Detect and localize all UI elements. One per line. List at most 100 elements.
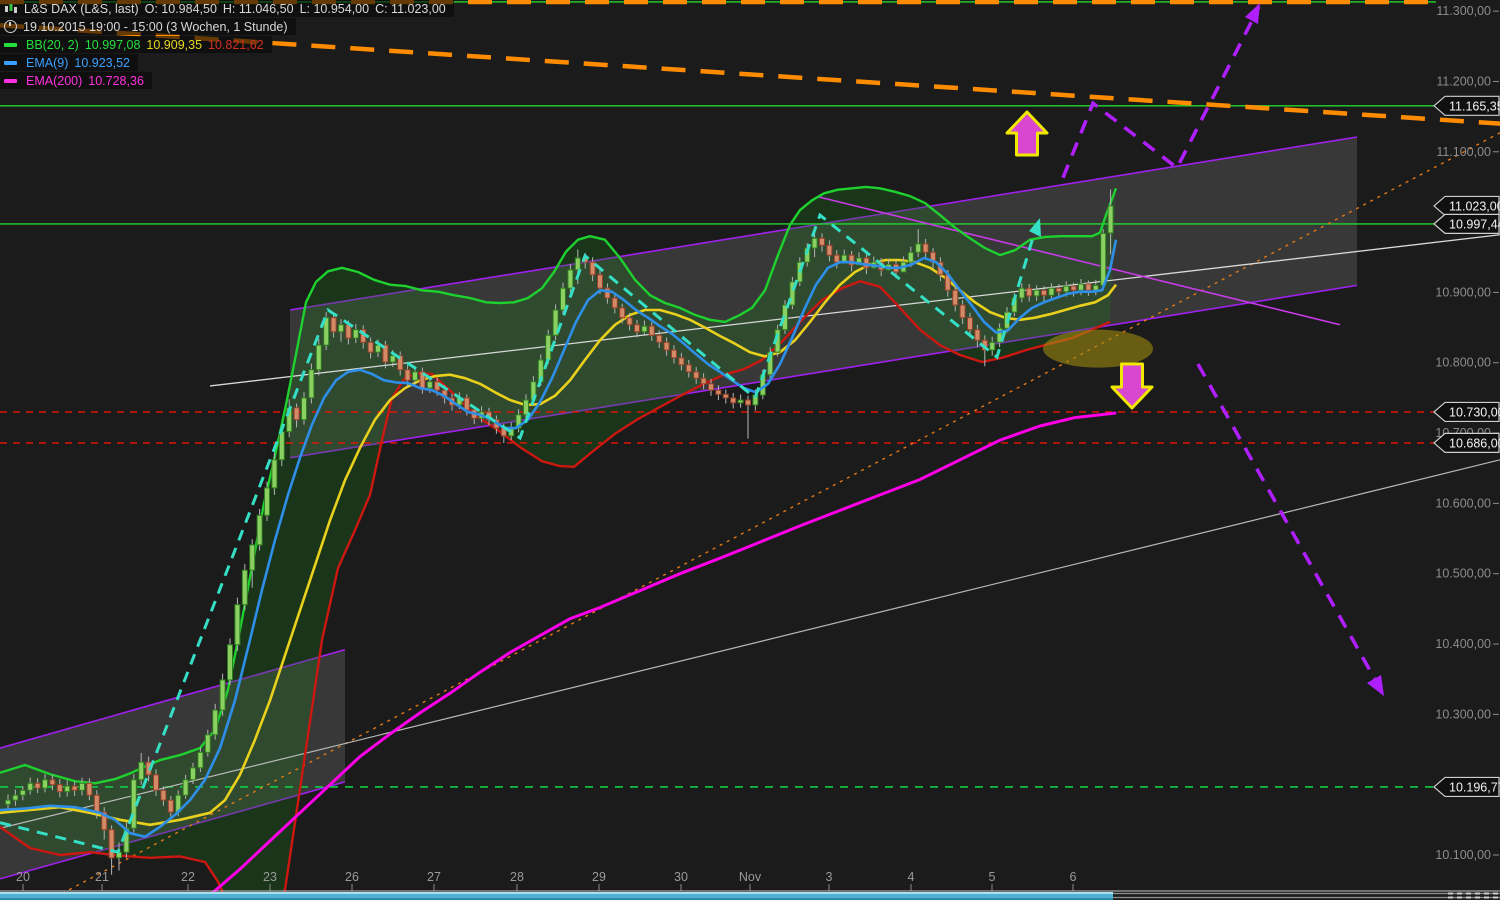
scrollbar-grip-dash-icon: [1484, 892, 1489, 895]
candle: [212, 709, 219, 736]
candle: [308, 369, 315, 399]
candle: [264, 487, 270, 516]
candle: [463, 397, 470, 411]
candle: [1078, 283, 1084, 291]
highlight-ellipse[interactable]: [1043, 329, 1153, 368]
white-trendline-lower[interactable]: [0, 459, 1500, 829]
price-tick-label: 10.500,00: [1435, 567, 1491, 581]
candle: [352, 329, 359, 339]
candle: [426, 381, 433, 389]
price-callout-label: 11.165,35: [1449, 99, 1500, 113]
purple-zigzag-up-line[interactable]: [1061, 6, 1261, 179]
candle: [597, 274, 603, 289]
price-callout-label: 10.997,44: [1449, 217, 1500, 231]
candle: [619, 307, 626, 319]
candle: [249, 544, 256, 571]
candle: [1026, 287, 1033, 297]
candle: [560, 287, 566, 311]
candle: [989, 341, 996, 351]
timerange-label: 19.10.2015 19:00 - 15:00 (3 Wochen, 1 St…: [23, 19, 288, 34]
candle: [685, 364, 692, 373]
legend-ema200[interactable]: EMA(200) 10.728,36: [0, 72, 152, 89]
bollinger-fill: [0, 186, 1116, 900]
candle: [907, 251, 914, 263]
time-tick-label: Nov: [739, 870, 762, 884]
candle: [93, 794, 100, 813]
time-tick-label: 3: [826, 870, 833, 884]
candle: [86, 782, 93, 796]
scrollbar-thumb-highlight: [0, 892, 1113, 894]
candle: [271, 459, 278, 489]
candle: [1085, 283, 1092, 291]
candle: [153, 774, 159, 791]
candle: [745, 399, 751, 406]
candle: [678, 357, 685, 366]
ema200-swatch-icon: [4, 78, 17, 83]
up-arrow[interactable]: [1005, 110, 1049, 157]
candle: [567, 269, 574, 289]
ema9-name: EMA(9): [26, 55, 69, 70]
price-callout-label: 10.730,00: [1449, 405, 1500, 419]
candle: [863, 257, 870, 269]
candle: [27, 782, 34, 791]
time-tick-label: 27: [427, 870, 441, 884]
bb-lower-value: 10.821,62: [208, 37, 264, 52]
candle: [1107, 205, 1114, 234]
candle: [811, 237, 818, 249]
scrollbar-grip-dash-icon: [1475, 896, 1480, 899]
candle: [49, 779, 56, 786]
candle: [345, 324, 352, 339]
price-callout-label: 11.023,00: [1449, 199, 1500, 213]
candle: [634, 324, 640, 333]
candle: [915, 243, 922, 253]
time-tick-label: 30: [674, 870, 688, 884]
symbol-row: L&S DAX (L&S, last) O: 10.984,50 H: 11.0…: [0, 0, 454, 17]
ohlc-open: O: 10.984,50: [144, 1, 217, 16]
candle: [204, 734, 211, 753]
candle: [167, 799, 174, 813]
candle: [182, 779, 189, 796]
bb-name: BB(20, 2): [26, 37, 79, 52]
purple-zigzag-down-line[interactable]: [1196, 363, 1382, 690]
candle: [5, 799, 11, 805]
candle: [12, 794, 19, 801]
candle: [641, 325, 648, 333]
candle: [1018, 287, 1025, 299]
legend-bb[interactable]: BB(20, 2) 10.997,08 10.909,35 10.821,62: [0, 36, 272, 53]
candle: [663, 341, 670, 351]
legend-ema9[interactable]: EMA(9) 10.923,52: [0, 54, 138, 71]
candle: [737, 399, 744, 404]
scrollbar-grip-dash-icon: [1457, 892, 1462, 895]
candle: [715, 389, 722, 395]
candle: [241, 569, 248, 606]
candle: [648, 325, 655, 336]
price-tick-label: 10.900,00: [1435, 285, 1491, 299]
candle: [693, 371, 700, 379]
time-tick-label: 21: [95, 870, 109, 884]
candle: [160, 789, 167, 801]
ohlc-close: C: 11.023,00: [375, 1, 446, 16]
candle: [278, 431, 285, 461]
candle: [1100, 232, 1107, 286]
time-tick-label: 20: [16, 870, 30, 884]
candle: [656, 334, 663, 343]
down-arrow[interactable]: [1110, 362, 1154, 410]
candlestick-chart-icon: [4, 3, 18, 15]
candle: [338, 324, 344, 333]
candle: [64, 785, 71, 793]
time-tick-label: 23: [263, 870, 277, 884]
chart-header: L&S DAX (L&S, last) O: 10.984,50 H: 11.0…: [0, 0, 454, 90]
candle: [574, 257, 581, 271]
price-tick-label: 10.400,00: [1435, 637, 1491, 651]
candle: [389, 355, 396, 363]
price-tick-label: 10.300,00: [1435, 707, 1491, 721]
candle: [952, 289, 959, 306]
price-chart-canvas: 11.300,00 11.200,00 11.100,00 10.900,00 10.8…: [0, 0, 1500, 900]
scrollbar-grip-dash-icon: [1475, 892, 1480, 895]
candle: [959, 304, 966, 319]
candle: [367, 341, 374, 353]
time-tick-label: 4: [908, 870, 915, 884]
ema9-value: 10.923,52: [74, 55, 130, 70]
candle: [234, 604, 241, 646]
candle: [819, 237, 825, 246]
